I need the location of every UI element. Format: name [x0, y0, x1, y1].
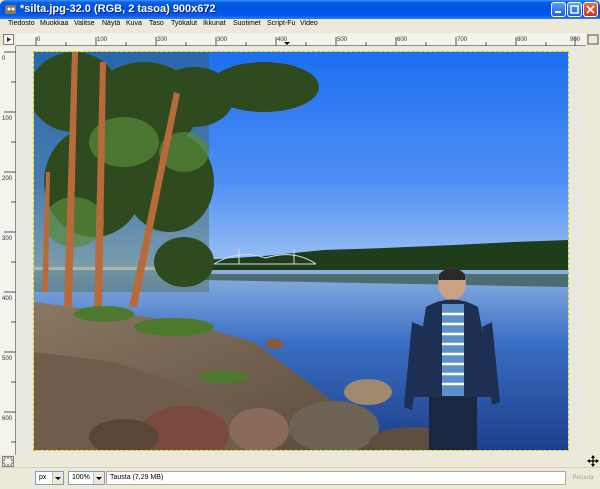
horizontal-scrollbar[interactable] [16, 455, 586, 467]
menu-ikkunat[interactable]: Ikkunat [203, 20, 226, 27]
menu-taso[interactable]: Taso [149, 20, 164, 27]
menu-bar: Tiedosto Muokkaa Valitse Näytä Kuva Taso… [0, 19, 600, 33]
hruler-label: 800 [517, 37, 528, 43]
close-button[interactable] [583, 2, 598, 17]
menu-muokkaa[interactable]: Muokkaa [40, 20, 68, 27]
horizontal-ruler-scale: 0 100 200 300 400 500 600 700 800 900 [35, 37, 581, 46]
vruler-label: 300 [2, 236, 13, 242]
minimize-icon [555, 11, 561, 13]
menu-nayta[interactable]: Näytä [102, 20, 120, 27]
hruler-label: 0 [37, 37, 41, 43]
menu-tyokalut[interactable]: Työkalut [171, 20, 197, 27]
arrow-right-icon [7, 37, 11, 42]
maximize-button[interactable] [567, 2, 582, 17]
vruler-label: 0 [2, 56, 6, 62]
hruler-label: 200 [157, 37, 168, 43]
hruler-label: 500 [337, 37, 348, 43]
chevron-down-icon [93, 472, 104, 484]
quick-mask-button[interactable] [2, 456, 14, 467]
close-icon [586, 5, 595, 14]
hruler-label: 300 [217, 37, 228, 43]
image-canvas[interactable] [34, 52, 568, 450]
vruler-label: 200 [2, 176, 13, 182]
minimize-button[interactable] [551, 2, 566, 17]
zoom-select[interactable]: 100% [68, 471, 105, 485]
cancel-button[interactable]: Peruuta [568, 471, 598, 485]
zoom-toggle-button[interactable] [586, 33, 600, 46]
maximize-icon [570, 5, 579, 14]
zoom-value: 100% [72, 474, 90, 481]
unit-value: px [39, 474, 47, 481]
vruler-label: 600 [2, 416, 13, 422]
menu-script-fu[interactable]: Script-Fu [267, 20, 295, 27]
zoom-toggle-icon [587, 34, 599, 45]
menu-kuva[interactable]: Kuva [126, 20, 142, 27]
menu-tiedosto[interactable]: Tiedosto [8, 20, 35, 27]
menu-video[interactable]: Video [300, 20, 318, 27]
gimp-app-icon [5, 5, 16, 14]
navigate-button[interactable] [586, 455, 600, 467]
hruler-label: 700 [457, 37, 468, 43]
vruler-label: 400 [2, 296, 13, 302]
horizontal-ruler[interactable]: 0 100 200 300 400 500 600 700 800 900 [16, 33, 586, 46]
title-bar[interactable]: *silta.jpg-32.0 (RGB, 2 tasoa) 900x672 [0, 0, 600, 19]
menu-valitse[interactable]: Valitse [74, 20, 95, 27]
hruler-label: 600 [397, 37, 408, 43]
window-title: *silta.jpg-32.0 (RGB, 2 tasoa) 900x672 [20, 3, 216, 15]
image-menu-button[interactable] [3, 34, 14, 45]
vruler-label: 100 [2, 116, 13, 122]
move-icon [587, 455, 599, 467]
status-message: Tausta (7,29 MB) [106, 471, 566, 485]
ruler-pointer-icon [284, 42, 290, 45]
landscape-photo [34, 52, 568, 450]
vruler-label: 500 [2, 356, 13, 362]
hruler-label: 100 [97, 37, 108, 43]
chevron-down-icon [52, 472, 63, 484]
status-bar: px 100% Tausta (7,29 MB) Peruuta [0, 467, 600, 488]
hruler-label: 900 [570, 37, 581, 43]
quick-mask-icon [3, 457, 13, 466]
menu-suotimet[interactable]: Suotimet [233, 20, 261, 27]
vertical-scrollbar[interactable] [586, 46, 600, 455]
vertical-ruler[interactable]: 0 100 200 300 400 500 600 [0, 46, 16, 455]
vertical-ruler-scale: 0 100 200 300 400 500 600 [2, 51, 16, 443]
unit-select[interactable]: px [35, 471, 64, 485]
